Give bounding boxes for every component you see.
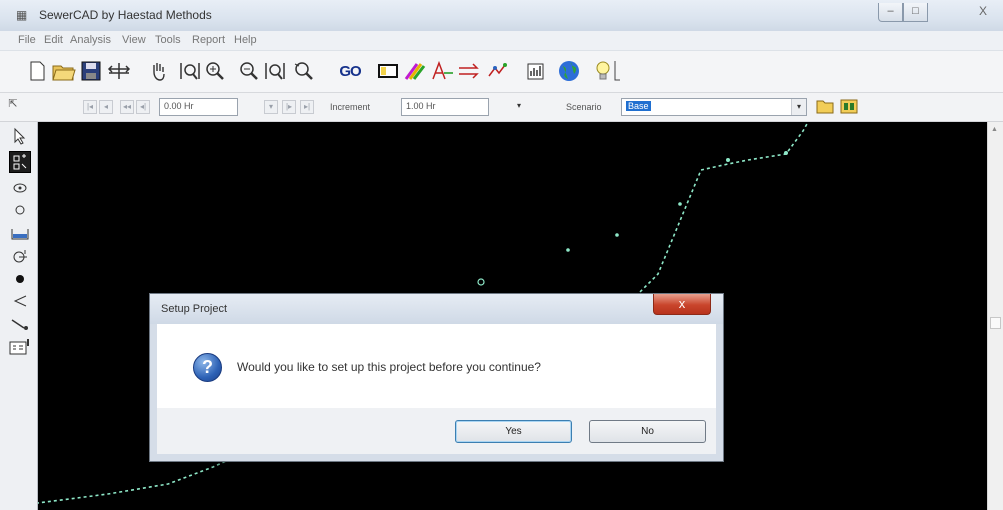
maximize-button[interactable]: □ [903,3,928,22]
rewind-icon[interactable]: ◂◂ [120,100,134,114]
manhole-icon[interactable] [9,177,31,199]
report-icon[interactable] [523,58,549,84]
outlet-icon[interactable] [9,268,31,290]
dialog-message: Would you like to set up this project be… [237,360,541,374]
previous-frame-icon[interactable]: ◂ [99,100,113,114]
dialog-footer: Yes No [157,408,716,454]
menu-tools[interactable]: Tools [155,34,181,46]
zoom-extents-icon[interactable] [177,58,203,84]
setup-project-dialog: Setup Project x ? Would you like to set … [149,293,724,462]
network-node[interactable] [566,248,570,252]
network-node[interactable] [726,158,730,162]
new-file-icon[interactable] [24,58,50,84]
haestad-logo-icon: ▦ [16,8,28,22]
pump-icon[interactable] [9,245,31,267]
go-icon: GO [339,62,361,80]
time-dropdown-icon[interactable]: ▾ [264,100,278,114]
toolbar-cursor-icon: ⇱ [8,98,18,110]
scenario-label: Scenario [566,102,602,112]
scroll-thumb[interactable] [990,317,1001,329]
last-step-icon[interactable]: ▸| [300,100,314,114]
increment-value: 1.00 Hr [406,101,436,111]
increment-dropdown-icon[interactable]: ▾ [512,100,526,114]
wet-well-icon[interactable] [9,222,31,244]
increment-label: Increment [330,102,371,112]
vertical-scrollbar[interactable]: ▲ [987,122,1003,510]
first-step-icon[interactable]: |◂ [83,100,97,114]
menu-file[interactable]: File [18,34,36,46]
zoom-out-icon[interactable] [236,58,262,84]
go-button[interactable]: GO [335,58,365,84]
menu-help[interactable]: Help [234,34,257,46]
globe-icon[interactable] [556,58,582,84]
time-value: 0.00 Hr [164,101,194,111]
element-palette [0,122,38,510]
print-icon[interactable] [106,58,132,84]
step-forward-icon[interactable]: |▸ [282,100,296,114]
dialog-close-button[interactable]: x [653,294,711,315]
time-toolbar: ⇱ |◂ ◂ ◂◂ ◂| 0.00 Hr ▾ |▸ ▸| Increment 1… [0,93,1003,122]
scenario-attributes-icon[interactable] [838,95,860,117]
save-icon[interactable] [78,58,104,84]
close-window-button[interactable]: X [967,3,999,22]
pipe-icon[interactable] [9,313,31,335]
network-node[interactable] [615,233,619,237]
increment-combo[interactable]: 1.00 Hr [401,98,489,116]
layout-icon[interactable] [9,151,31,173]
select-arrow-icon[interactable] [9,125,31,147]
menu-edit[interactable]: Edit [44,34,63,46]
annotation-icon[interactable] [430,58,456,84]
scenario-manager-icon[interactable] [375,58,401,84]
dialog-title-bar: Setup Project x [150,294,723,324]
scenario-value: Base [626,101,651,111]
dialog-body: ? Would you like to set up this project … [157,324,716,408]
zoom-window-icon[interactable] [262,58,288,84]
junction-icon[interactable] [9,199,31,221]
zoom-previous-icon[interactable] [291,58,317,84]
menu-analysis[interactable]: Analysis [70,34,111,46]
pan-hand-icon[interactable] [145,58,171,84]
time-combo[interactable]: 0.00 Hr [159,98,238,116]
menu-bar: File Edit Analysis View Tools Report Hel… [0,31,1003,51]
yes-button[interactable]: Yes [455,420,572,443]
flextable-icon[interactable] [485,58,511,84]
open-folder-icon[interactable] [51,58,77,84]
zoom-in-icon[interactable] [202,58,228,84]
scenario-dropdown-icon[interactable]: ▾ [791,99,806,115]
scenario-folder-icon[interactable] [814,95,836,117]
main-toolbar: GO [0,51,1003,93]
step-back-icon[interactable]: ◂| [136,100,150,114]
dialog-title: Setup Project [161,303,228,315]
no-button[interactable]: No [589,420,706,443]
title-bar: ▦ SewerCAD by Haestad Methods – □ X [0,0,1003,31]
outfall-icon[interactable] [9,290,31,312]
network-node[interactable] [678,202,682,206]
minimize-button[interactable]: – [878,3,903,22]
network-node[interactable] [784,151,788,155]
menu-report[interactable]: Report [192,34,225,46]
profile-icon[interactable] [456,58,482,84]
question-icon: ? [193,353,222,382]
scroll-up-icon[interactable]: ▲ [991,126,998,133]
scenario-combo[interactable]: Base ▾ [621,98,807,116]
window-title: SewerCAD by Haestad Methods [39,8,212,22]
toolbar-end-handle-icon [610,58,622,84]
menu-view[interactable]: View [122,34,146,46]
color-coding-icon[interactable] [402,58,428,84]
annotation-text-icon[interactable] [9,336,31,358]
network-node[interactable] [477,278,485,286]
